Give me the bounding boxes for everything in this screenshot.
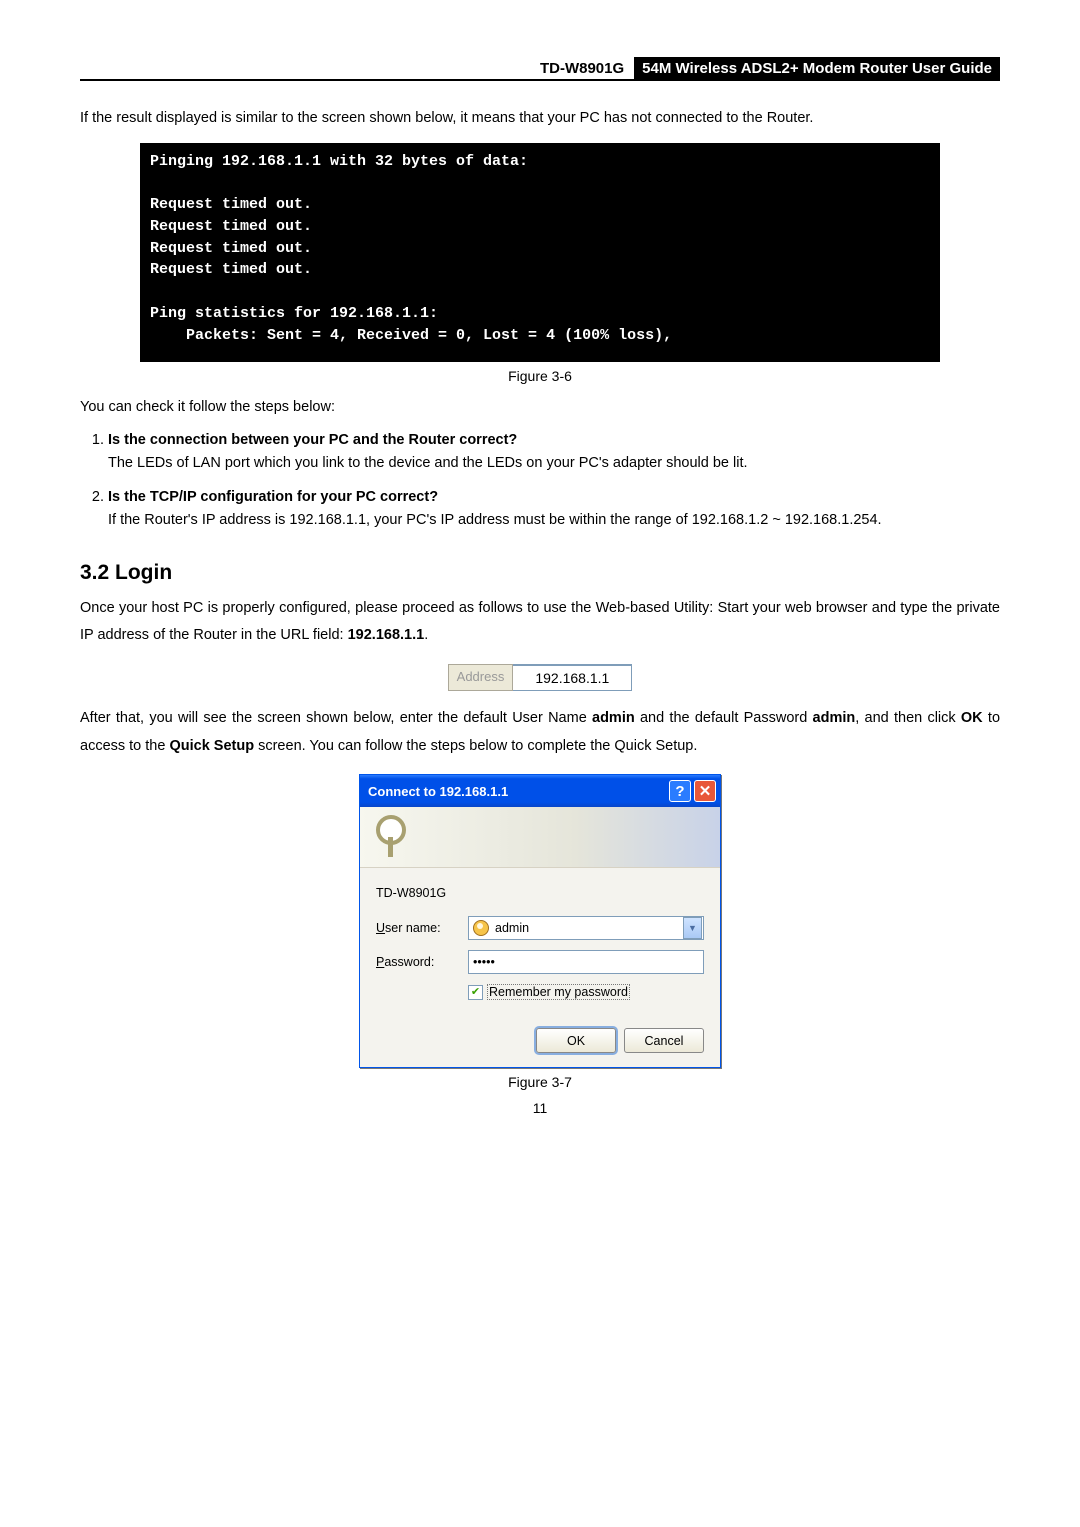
auth-dialog: Connect to 192.168.1.1 ? ✕ TD-W8901G Use… bbox=[359, 774, 721, 1068]
step-answer: The LEDs of LAN port which you link to t… bbox=[108, 450, 1000, 478]
header-model: TD-W8901G bbox=[534, 57, 630, 80]
key-icon bbox=[372, 815, 412, 859]
remember-row[interactable]: ✔ Remember my password bbox=[468, 984, 704, 1000]
header-title: 54M Wireless ADSL2+ Modem Router User Gu… bbox=[634, 57, 1000, 80]
login-paragraph: Once your host PC is properly configured… bbox=[80, 595, 1000, 650]
username-label: User name: bbox=[376, 921, 468, 935]
password-label: Password: bbox=[376, 955, 468, 969]
bold-run: admin bbox=[813, 710, 856, 726]
cancel-button[interactable]: Cancel bbox=[624, 1028, 704, 1053]
chevron-down-icon[interactable]: ▼ bbox=[683, 917, 702, 939]
text-run: screen. You can follow the steps below t… bbox=[254, 738, 697, 754]
step-item: Is the TCP/IP configuration for your PC … bbox=[108, 489, 1000, 535]
text-run: , and then click bbox=[855, 710, 961, 726]
page-header: TD-W8901G 54M Wireless ADSL2+ Modem Rout… bbox=[80, 60, 1000, 81]
section-heading: 3.2 Login bbox=[80, 561, 1000, 585]
login-ip: 192.168.1.1 bbox=[348, 627, 425, 643]
bold-run: Quick Setup bbox=[169, 738, 254, 754]
after-url-paragraph: After that, you will see the screen show… bbox=[80, 705, 1000, 760]
intro-paragraph: If the result displayed is similar to th… bbox=[80, 105, 1000, 133]
address-label: Address bbox=[448, 664, 514, 691]
username-row: User name: admin ▼ bbox=[376, 916, 704, 940]
realm-text: TD-W8901G bbox=[376, 886, 704, 900]
dialog-banner bbox=[360, 807, 720, 868]
password-input[interactable]: ••••• bbox=[468, 950, 704, 974]
step-answer: If the Router's IP address is 192.168.1.… bbox=[108, 507, 1000, 535]
figure-caption-1: Figure 3-6 bbox=[80, 368, 1000, 384]
step-item: Is the connection between your PC and th… bbox=[108, 432, 1000, 478]
address-field[interactable]: 192.168.1.1 bbox=[513, 664, 632, 691]
text-run: and the default Password bbox=[635, 710, 813, 726]
dialog-buttons: OK Cancel bbox=[376, 1028, 704, 1053]
remember-label: Remember my password bbox=[487, 984, 630, 1000]
terminal-output: Pinging 192.168.1.1 with 32 bytes of dat… bbox=[140, 143, 940, 363]
username-value: admin bbox=[495, 921, 679, 935]
address-bar-figure: Address 192.168.1.1 bbox=[80, 664, 1000, 691]
check-intro: You can check it follow the steps below: bbox=[80, 394, 1000, 422]
close-button[interactable]: ✕ bbox=[694, 780, 716, 802]
user-icon bbox=[473, 920, 489, 936]
dialog-body: TD-W8901G User name: admin ▼ Password: •… bbox=[360, 868, 720, 1067]
page-number: 11 bbox=[80, 1100, 1000, 1116]
username-combo[interactable]: admin ▼ bbox=[468, 916, 704, 940]
help-button[interactable]: ? bbox=[669, 780, 691, 802]
bold-run: OK bbox=[961, 710, 983, 726]
step-question: Is the connection between your PC and th… bbox=[108, 432, 1000, 448]
troubleshoot-steps: Is the connection between your PC and th… bbox=[80, 432, 1000, 535]
dialog-titlebar[interactable]: Connect to 192.168.1.1 ? ✕ bbox=[360, 775, 720, 807]
figure-caption-2: Figure 3-7 bbox=[80, 1074, 1000, 1090]
login-para-text: Once your host PC is properly configured… bbox=[80, 600, 1000, 644]
password-row: Password: ••••• bbox=[376, 950, 704, 974]
text-run: After that, you will see the screen show… bbox=[80, 710, 592, 726]
remember-checkbox[interactable]: ✔ bbox=[468, 985, 483, 1000]
step-question: Is the TCP/IP configuration for your PC … bbox=[108, 489, 1000, 505]
bold-run: admin bbox=[592, 710, 635, 726]
ok-button[interactable]: OK bbox=[536, 1028, 616, 1053]
password-value: ••••• bbox=[473, 955, 495, 969]
dialog-title: Connect to 192.168.1.1 bbox=[368, 784, 666, 799]
